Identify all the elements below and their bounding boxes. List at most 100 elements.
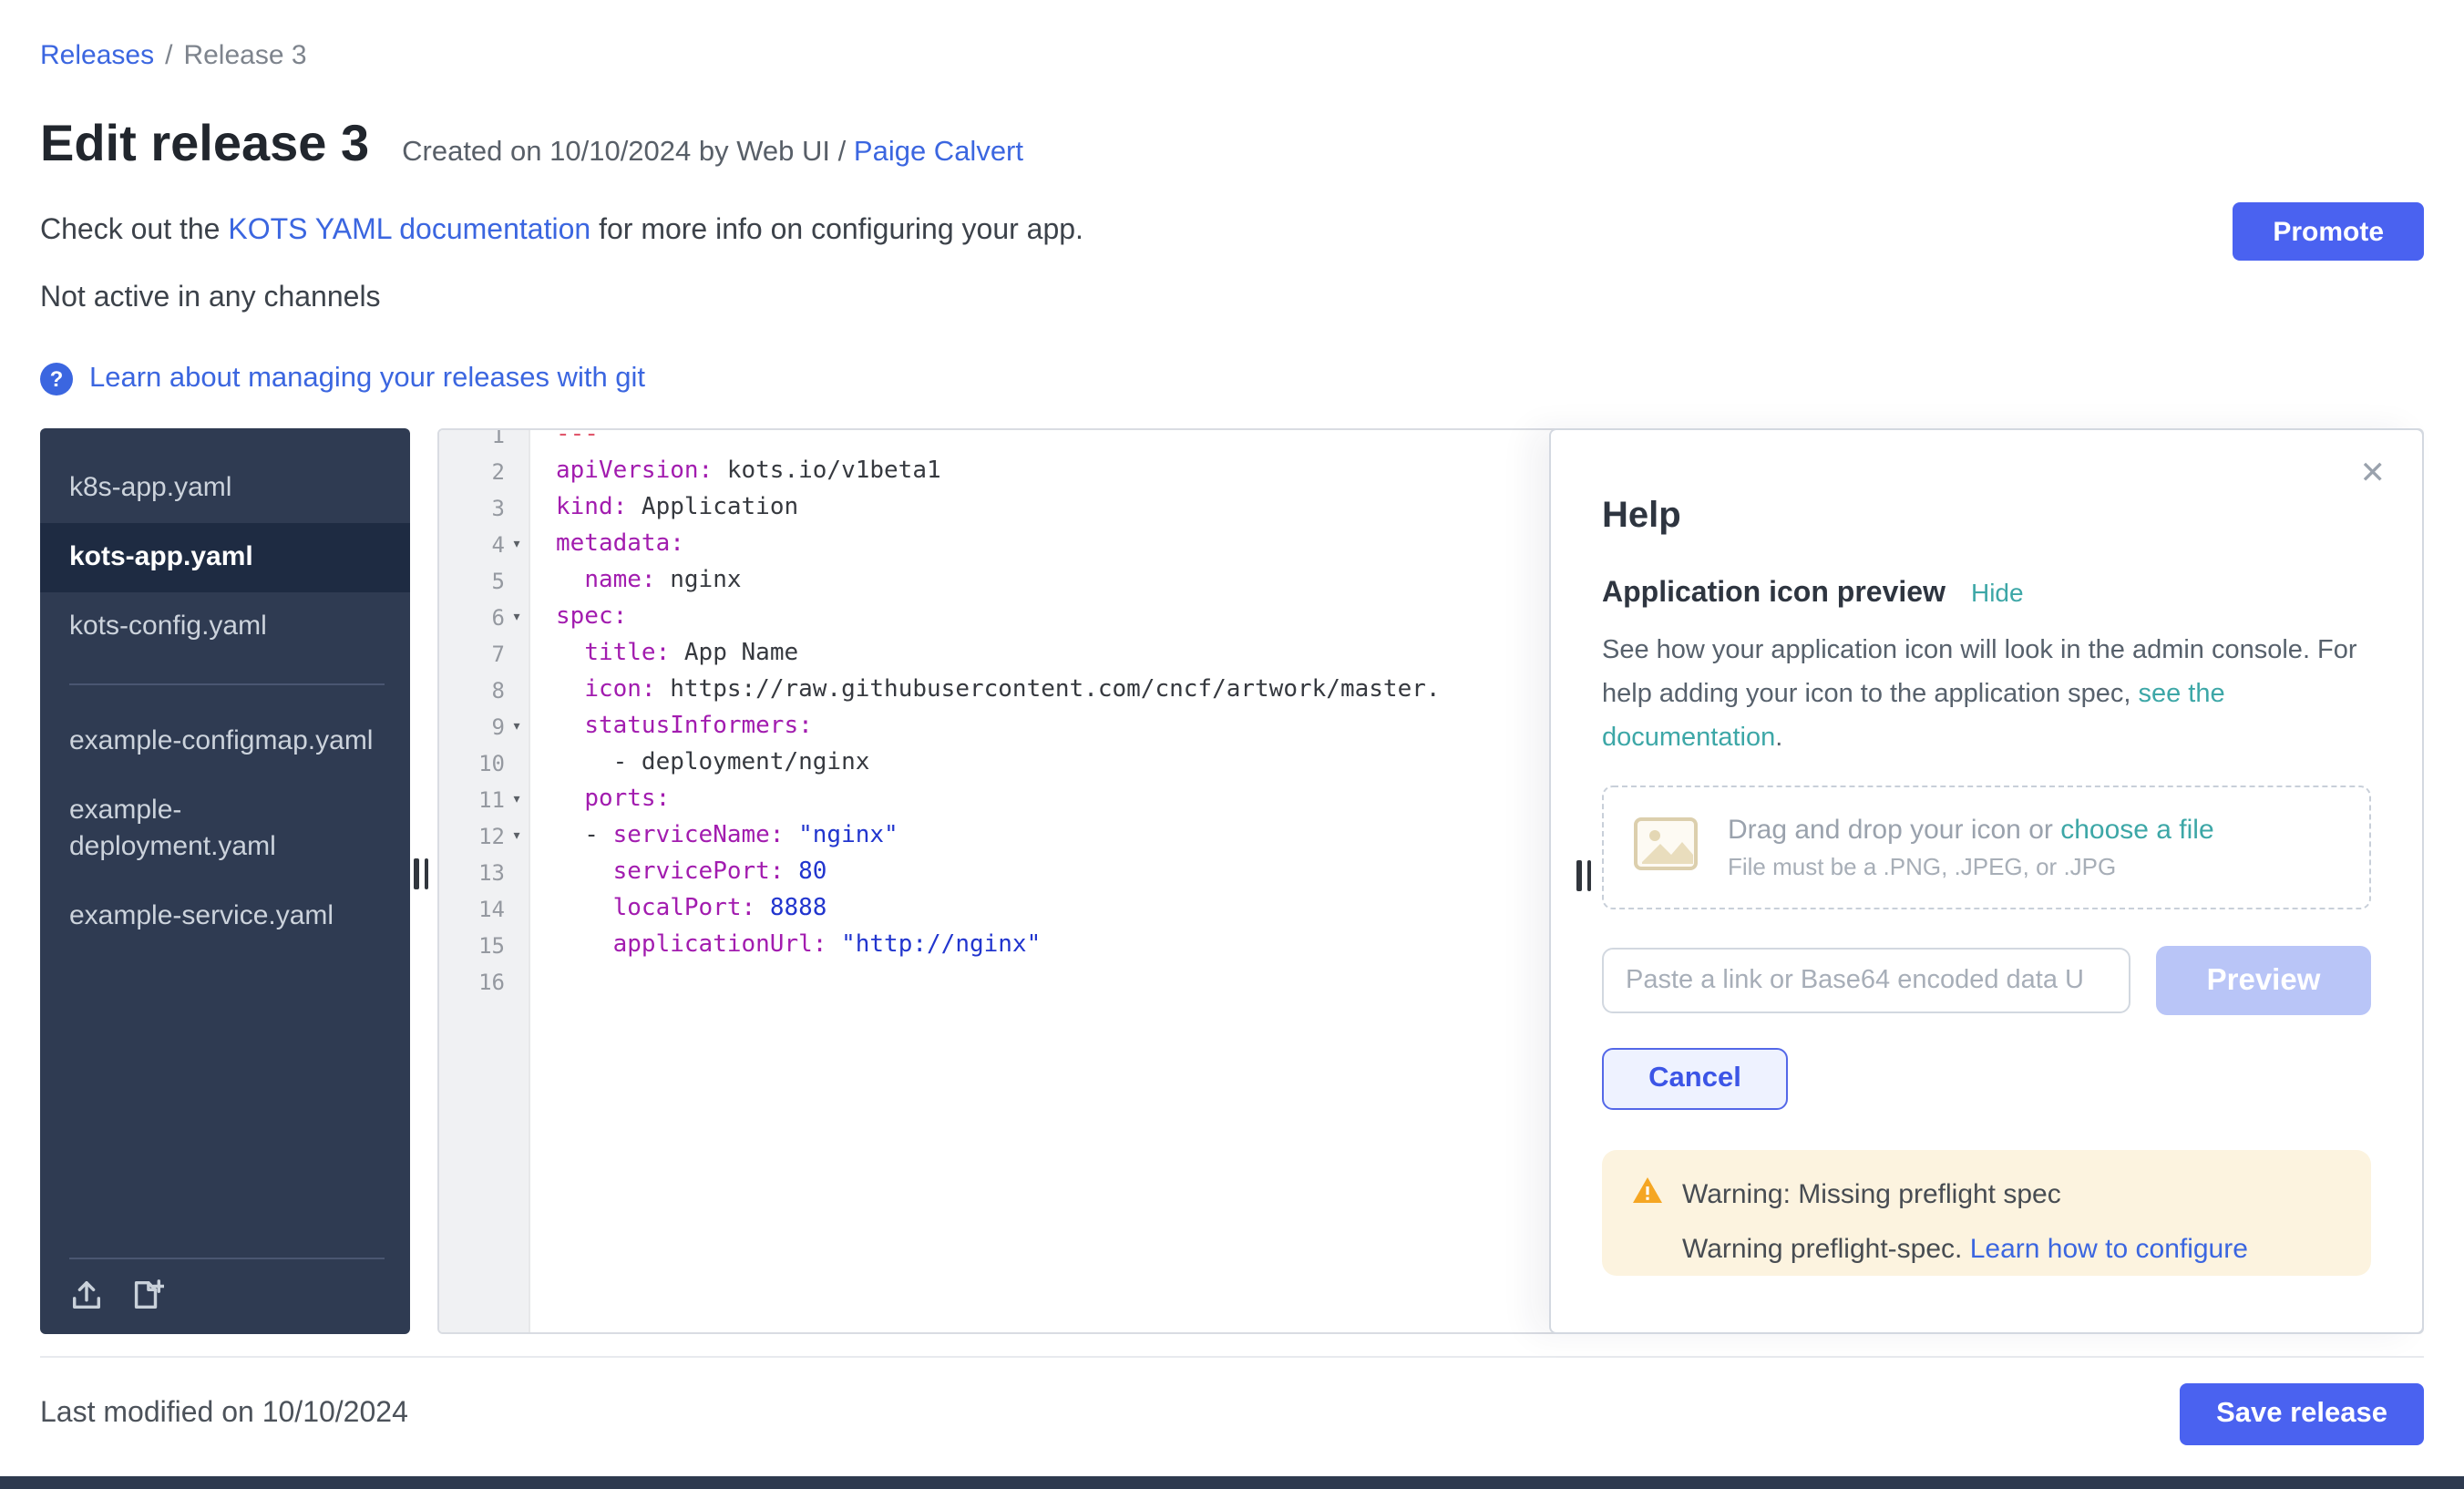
- code-token-val: -: [556, 822, 613, 849]
- gutter-line: 2: [439, 454, 530, 490]
- gutter-line: 3: [439, 490, 530, 527]
- release-workspace: k8s-app.yamlkots-app.yamlkots-config.yam…: [40, 428, 2424, 1334]
- gutter-line: 6▾: [439, 600, 530, 636]
- line-number: 7: [461, 636, 505, 673]
- cancel-button[interactable]: Cancel: [1602, 1048, 1788, 1110]
- footer: Last modified on 10/10/2024 Save release: [40, 1356, 2424, 1445]
- handle-bar: [1576, 860, 1581, 891]
- code-token-num: 80: [784, 858, 826, 886]
- upload-file-icon[interactable]: [69, 1278, 104, 1312]
- doc-text: Check out the KOTS YAML documentation fo…: [40, 215, 1083, 248]
- line-number: 4: [461, 527, 505, 563]
- gutter-line: 7: [439, 636, 530, 673]
- title-row: Edit release 3 Created on 10/10/2024 by …: [40, 115, 2424, 173]
- promote-button[interactable]: Promote: [2233, 202, 2424, 261]
- code-token-key: apiVersion:: [556, 457, 713, 485]
- sidebar-file-item[interactable]: example-service.yaml: [40, 882, 410, 951]
- icon-preview-description: See how your application icon will look …: [1602, 629, 2371, 760]
- code-token-val: kots.io/v1beta1: [713, 457, 940, 485]
- code-token-val: [556, 895, 613, 922]
- icon-preview-section-header: Application icon preview Hide: [1602, 578, 2371, 611]
- gutter-line: 9▾: [439, 709, 530, 745]
- editor-gutter: 1234▾56▾789▾1011▾12▾13141516: [439, 428, 530, 1001]
- line-number: 10: [461, 745, 505, 782]
- sidebar-file-item[interactable]: example-deployment.yaml: [40, 776, 410, 882]
- icon-url-row: Preview: [1602, 946, 2371, 1015]
- doc-prefix: Check out the: [40, 215, 228, 246]
- breadcrumb-separator: /: [165, 40, 172, 71]
- code-token-str: "nginx": [784, 822, 898, 849]
- sidebar-bottom-toolbar: [69, 1258, 385, 1334]
- save-release-button[interactable]: Save release: [2180, 1383, 2424, 1445]
- line-number: 12: [461, 818, 505, 855]
- choose-a-file-link[interactable]: choose a file: [2060, 815, 2213, 846]
- code-token-val: [556, 676, 584, 703]
- close-icon[interactable]: ✕: [2360, 456, 2387, 492]
- icon-url-input[interactable]: [1602, 948, 2130, 1013]
- code-token-val: [556, 931, 613, 959]
- icon-preview-title: Application icon preview: [1602, 578, 1946, 611]
- question-mark-icon[interactable]: ?: [40, 363, 73, 395]
- breadcrumb-releases-link[interactable]: Releases: [40, 40, 154, 71]
- pane-resize-handle-help[interactable]: [1576, 860, 1591, 891]
- fold-arrow-icon[interactable]: ▾: [505, 782, 529, 818]
- fold-arrow-icon[interactable]: ▾: [505, 527, 529, 563]
- warning-detail: Warning preflight-spec. Learn how to con…: [1682, 1234, 2342, 1265]
- line-number: 16: [461, 964, 505, 1001]
- kots-yaml-doc-link[interactable]: KOTS YAML documentation: [228, 215, 590, 246]
- new-file-icon[interactable]: [129, 1278, 164, 1312]
- breadcrumb: Releases / Release 3: [40, 0, 2424, 71]
- hide-link[interactable]: Hide: [1971, 578, 2024, 607]
- code-token-sep: ---: [556, 428, 599, 448]
- created-author-link[interactable]: Paige Calvert: [854, 137, 1023, 168]
- sidebar-file-item[interactable]: example-configmap.yaml: [40, 707, 410, 776]
- file-sidebar: k8s-app.yamlkots-app.yamlkots-config.yam…: [40, 428, 410, 1334]
- gutter-line: 15: [439, 928, 530, 964]
- sidebar-file-item[interactable]: kots-config.yaml: [40, 592, 410, 662]
- warning-title: Warning: Missing preflight spec: [1682, 1178, 2061, 1209]
- gutter-line: 16: [439, 964, 530, 1001]
- icon-dropzone[interactable]: Drag and drop your icon or choose a file…: [1602, 786, 2371, 909]
- fold-arrow-icon[interactable]: ▾: [505, 709, 529, 745]
- preview-button[interactable]: Preview: [2156, 946, 2371, 1015]
- pane-resize-handle-sidebar[interactable]: [414, 858, 428, 889]
- handle-bar: [424, 858, 428, 889]
- sidebar-file-item[interactable]: kots-app.yaml: [40, 523, 410, 592]
- gutter-line: 11▾: [439, 782, 530, 818]
- line-number: 15: [461, 928, 505, 964]
- help-panel-title: Help: [1602, 496, 2371, 538]
- code-token-val: [556, 786, 584, 813]
- created-meta: Created on 10/10/2024 by Web UI / Paige …: [402, 137, 1023, 169]
- description-suffix: .: [1775, 724, 1782, 753]
- code-token-str: "http://nginx": [826, 931, 1041, 959]
- code-token-key: title:: [584, 640, 670, 667]
- code-token-key: applicationUrl:: [613, 931, 827, 959]
- line-number: 5: [461, 563, 505, 600]
- line-number: 3: [461, 490, 505, 527]
- code-token-key: spec:: [556, 603, 627, 631]
- image-placeholder-icon: [1633, 816, 1699, 879]
- sidebar-group-divider: [69, 683, 385, 685]
- last-modified-text: Last modified on 10/10/2024: [40, 1398, 408, 1431]
- gutter-line: 14: [439, 891, 530, 928]
- fold-arrow-icon[interactable]: ▾: [505, 600, 529, 636]
- code-token-val: [556, 567, 584, 594]
- git-releases-link[interactable]: Learn about managing your releases with …: [89, 363, 645, 395]
- line-number: 6: [461, 600, 505, 636]
- code-token-key: serviceName:: [613, 822, 785, 849]
- code-token-val: [556, 858, 613, 886]
- line-number: 9: [461, 709, 505, 745]
- fold-arrow-icon[interactable]: ▾: [505, 818, 529, 855]
- dropzone-line1: Drag and drop your icon or choose a file: [1728, 815, 2214, 846]
- sidebar-file-item[interactable]: k8s-app.yaml: [40, 454, 410, 523]
- dropzone-text: Drag and drop your icon or choose a file…: [1728, 815, 2214, 880]
- line-number: 14: [461, 891, 505, 928]
- gutter-line: 4▾: [439, 527, 530, 563]
- code-token-key: metadata:: [556, 530, 684, 558]
- code-token-num: 8888: [755, 895, 826, 922]
- git-help-row: ? Learn about managing your releases wit…: [40, 363, 2424, 395]
- learn-how-to-configure-link[interactable]: Learn how to configure: [1970, 1234, 2248, 1265]
- warning-triangle-icon: [1631, 1176, 1664, 1212]
- gutter-line: 10: [439, 745, 530, 782]
- created-text: Created on 10/10/2024 by Web UI /: [402, 137, 846, 168]
